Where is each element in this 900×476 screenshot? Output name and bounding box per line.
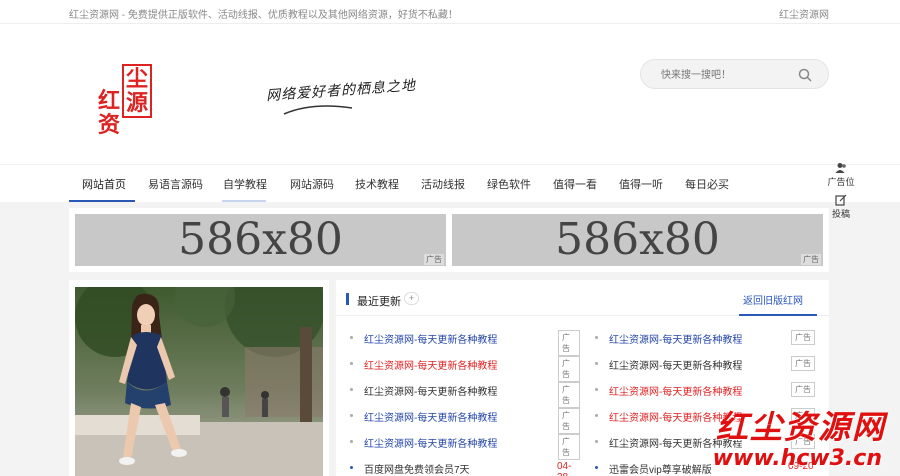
side-button-submit-label: 投稿 (831, 209, 850, 219)
slogan-swoosh-decoration (283, 105, 353, 115)
nav-item-tech-tutorials[interactable]: 技术教程 (355, 176, 399, 192)
ad-badge: 广告 (558, 382, 580, 408)
bullet-dot (350, 466, 353, 469)
search-box (640, 59, 829, 89)
list-item[interactable]: 红尘资源网-每天更新各种教程 广告 (350, 330, 580, 356)
site-watermark: 红尘资源网 www.hcw3.cn (700, 402, 890, 474)
nav-item-daily-buy[interactable]: 每日必买 (685, 176, 729, 192)
ad-badge: 广告 (791, 382, 815, 397)
bullet-dot (595, 362, 598, 365)
logo-char-3: 资 (98, 112, 121, 138)
recent-updates-title: 最近更新 (357, 296, 401, 308)
featured-photo[interactable] (75, 287, 323, 476)
list-item-title[interactable]: 红尘资源网-每天更新各种教程 (609, 331, 742, 346)
ad-badge: 广告 (558, 330, 580, 356)
ad-banner-right[interactable]: 586x80 广告 (452, 214, 823, 266)
nav-item-website-source[interactable]: 网站源码 (290, 176, 334, 192)
list-item[interactable]: 红尘资源网-每天更新各种教程 广告 (595, 382, 825, 398)
nav-item-worth-listening[interactable]: 值得一听 (619, 176, 663, 192)
list-item-title[interactable]: 红尘资源网-每天更新各种教程 (364, 331, 497, 346)
section-marker (346, 293, 349, 305)
nav-item-worth-watching[interactable]: 值得一看 (553, 176, 597, 192)
bullet-dot (350, 336, 353, 339)
logo-char-4: 源 (126, 90, 149, 116)
list-item-title[interactable]: 迅雷会员vip尊享破解版 (609, 461, 712, 476)
search-icon[interactable] (798, 68, 812, 82)
list-item-title[interactable]: 百度网盘免费领会员7天 (364, 461, 470, 476)
list-item-title[interactable]: 红尘资源网-每天更新各种教程 (364, 383, 497, 398)
list-item[interactable]: 红尘资源网-每天更新各种教程 广告 (350, 356, 580, 382)
ad-tag: 广告 (801, 254, 821, 265)
site-logo[interactable]: 红 尘 资 源 (96, 64, 158, 146)
logo-char-1: 红 (98, 88, 121, 114)
bullet-dot (350, 362, 353, 365)
nav-item-green-software[interactable]: 绿色软件 (487, 176, 531, 192)
ad-badge: 广告 (791, 330, 815, 345)
featured-photo-illustration (75, 287, 323, 476)
side-button-ad-slot-label: 广告位 (827, 177, 855, 187)
ad-banner-row: 586x80 广告 586x80 广告 (69, 208, 829, 272)
list-item[interactable]: 红尘资源网-每天更新各种教程 广告 (595, 330, 825, 346)
main-nav: 网站首页 易语言源码 自学教程 网站源码 技术教程 活动线报 绿色软件 值得一看… (0, 164, 900, 202)
list-item[interactable]: 红尘资源网-每天更新各种教程 广告 (595, 356, 825, 372)
expand-plus-button[interactable]: + (404, 292, 419, 305)
site-name-link[interactable]: 红尘资源网 (779, 6, 829, 21)
ad-badge: 广告 (558, 356, 580, 382)
old-site-tab-indicator (739, 314, 817, 316)
list-item[interactable]: 百度网盘免费领会员7天 04-28 (350, 460, 580, 476)
user-group-icon (835, 163, 846, 173)
side-button-ad-slot[interactable]: 广告位 (826, 162, 856, 188)
ad-badge: 广告 (791, 356, 815, 371)
return-old-site-link[interactable]: 返回旧版红网 (743, 292, 803, 307)
list-item[interactable]: 红尘资源网-每天更新各种教程 广告 (350, 382, 580, 408)
list-item-title[interactable]: 红尘资源网-每天更新各种教程 (364, 357, 497, 372)
side-button-submit[interactable]: 投稿 (826, 194, 856, 220)
nav-item-deals[interactable]: 活动线报 (421, 176, 465, 192)
logo-char-2: 尘 (126, 66, 149, 92)
list-item[interactable]: 红尘资源网-每天更新各种教程 广告 (350, 434, 580, 460)
nav-item-tutorials[interactable]: 自学教程 (223, 176, 267, 192)
watermark-url: www.hcw3.cn (712, 446, 882, 471)
ad-tag: 广告 (424, 254, 444, 265)
bullet-dot (595, 414, 598, 417)
ad-badge: 广告 (558, 408, 580, 434)
watermark-site-name: 红尘资源网 (715, 408, 886, 446)
list-item-title[interactable]: 红尘资源网-每天更新各种教程 (609, 383, 742, 398)
nav-hover-indicator (222, 200, 266, 202)
edit-icon (835, 194, 847, 206)
recent-updates-header: 最近更新 + 返回旧版红网 (336, 280, 829, 316)
list-item-title[interactable]: 红尘资源网-每天更新各种教程 (364, 435, 497, 450)
bullet-dot (595, 388, 598, 391)
bullet-dot (595, 440, 598, 443)
list-item[interactable]: 红尘资源网-每天更新各种教程 广告 (350, 408, 580, 434)
nav-item-e-language-source[interactable]: 易语言源码 (148, 176, 203, 192)
bullet-dot (595, 466, 598, 469)
nav-item-home[interactable]: 网站首页 (82, 176, 126, 192)
ad-size-label: 586x80 (178, 214, 343, 265)
featured-image-card (69, 280, 329, 476)
bullet-dot (350, 414, 353, 417)
top-bar: 红尘资源网 - 免费提供正版软件、活动线报、优质教程以及其他网络资源，好货不私藏… (0, 0, 900, 24)
ad-badge: 广告 (558, 434, 580, 460)
list-item-title[interactable]: 红尘资源网-每天更新各种教程 (609, 357, 742, 372)
bullet-dot (595, 336, 598, 339)
bullet-dot (350, 388, 353, 391)
list-item-date: 04-28 (557, 461, 572, 476)
search-input[interactable] (661, 67, 791, 83)
site-notice: 红尘资源网 - 免费提供正版软件、活动线报、优质教程以及其他网络资源，好货不私藏… (69, 10, 458, 21)
list-item-title[interactable]: 红尘资源网-每天更新各种教程 (364, 409, 497, 424)
nav-active-indicator (69, 200, 135, 202)
ad-banner-left[interactable]: 586x80 广告 (75, 214, 446, 266)
bullet-dot (350, 440, 353, 443)
ad-size-label: 586x80 (555, 214, 720, 265)
